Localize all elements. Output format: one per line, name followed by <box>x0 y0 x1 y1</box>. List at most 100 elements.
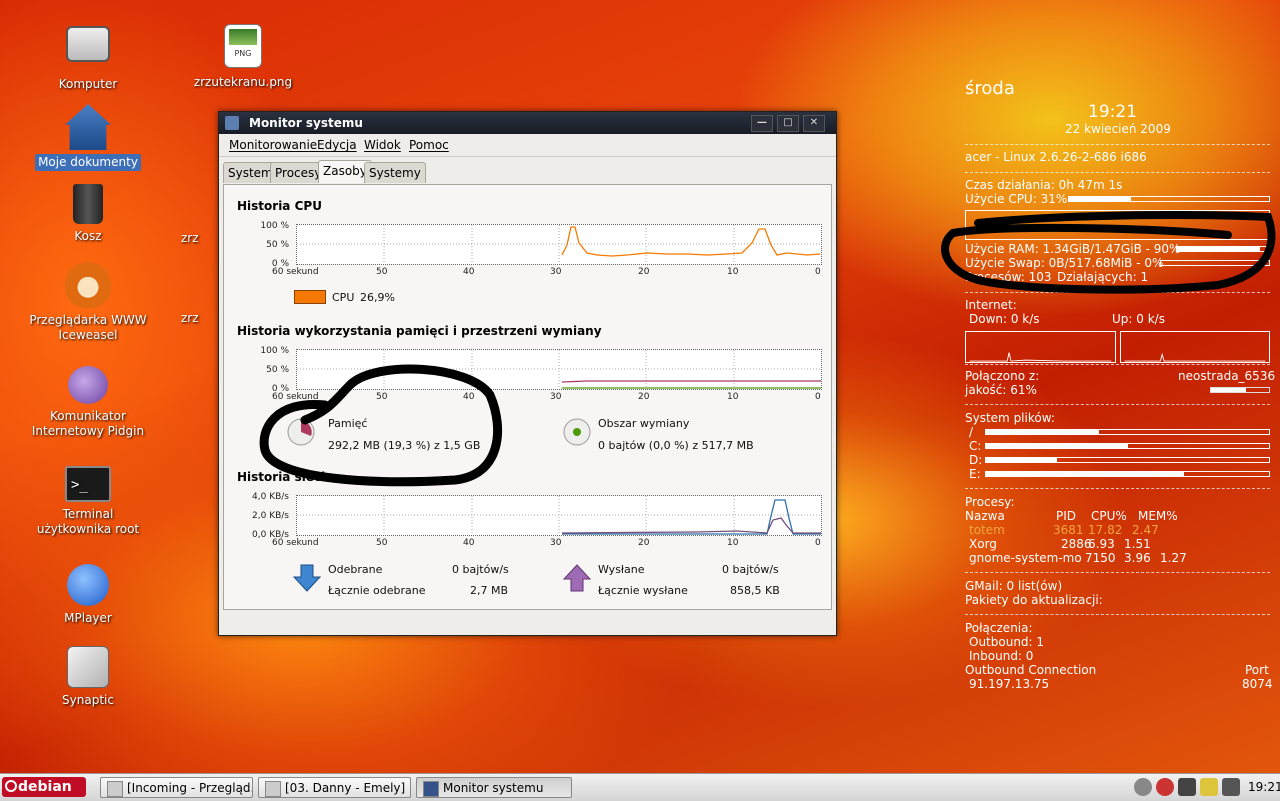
resources-panel: Historia CPU 100 % 50 % 0 % 60 sekund 50… <box>223 184 832 610</box>
minimize-button[interactable]: — <box>751 115 773 132</box>
divider <box>965 364 1270 365</box>
desktop-icon-label: Moje dokumenty <box>35 154 141 171</box>
desktop-icon-iceweasel[interactable]: Przeglądarka WWW Iceweasel <box>23 262 153 344</box>
desktop-icon-mplayer[interactable]: MPlayer <box>23 564 153 627</box>
taskbar-clock[interactable]: 19:21 <box>1248 780 1280 794</box>
conky-down: Down: 0 k/s <box>969 312 1040 326</box>
taskbar-button-mail[interactable]: [Incoming - Przegląd... <box>100 777 253 798</box>
received-label: Odebrane <box>328 563 383 576</box>
fs-name: D: <box>969 453 983 467</box>
total-sent-label: Łącznie wysłane <box>598 584 688 597</box>
memory-pie-icon[interactable] <box>286 417 316 447</box>
divider <box>965 292 1270 293</box>
ram-usage-bar <box>1176 246 1270 252</box>
terminal-icon: >_ <box>65 466 111 502</box>
taskbar-button-music[interactable]: [03. Danny - Emely] <box>258 777 411 798</box>
update-notifier-icon[interactable] <box>1156 778 1174 796</box>
cpu-legend-label: CPU <box>332 291 355 304</box>
received-value: 0 bajtów/s <box>452 563 509 576</box>
desktop-icon-partial[interactable]: zrz <box>178 310 218 327</box>
desktop-icon-partial[interactable]: zrz <box>178 230 218 247</box>
desktop-icon-synaptic[interactable]: Synaptic <box>23 646 153 709</box>
x-tick: 30 <box>550 538 562 548</box>
x-tick: 30 <box>550 392 562 402</box>
menu-edit[interactable]: Edycja <box>317 138 357 152</box>
taskbar-button-label: [Incoming - Przegląd... <box>127 781 253 795</box>
proc-row-cpu: 3.96 <box>1124 551 1151 565</box>
close-button[interactable]: ✕ <box>803 115 825 132</box>
proc-row-cpu: 17.82 <box>1088 523 1123 537</box>
proc-row-cpu: 6.93 <box>1088 537 1115 551</box>
desktop-icon-label: zrz <box>181 311 199 325</box>
debian-menu-button[interactable]: debian <box>2 777 86 797</box>
fs-bar <box>985 457 1270 463</box>
play-icon <box>67 564 109 606</box>
divider <box>965 144 1270 145</box>
sent-label: Wysłane <box>598 563 645 576</box>
download-arrow-icon[interactable] <box>292 563 322 593</box>
title-bar[interactable]: Monitor systemu — □ ✕ <box>219 112 836 134</box>
desktop-icon-screenshot-file[interactable]: PNG zrzutekranu.png <box>178 24 308 91</box>
conky-connection-port: 8074 <box>1242 677 1273 691</box>
cpu-color-swatch[interactable] <box>294 290 326 304</box>
menu-monitoring[interactable]: Monitorowanie <box>229 138 317 152</box>
ram-usage-fill <box>1177 247 1260 251</box>
notes-icon[interactable] <box>1200 778 1218 796</box>
cpu-usage-bar <box>1068 196 1270 202</box>
download-graph <box>965 331 1116 363</box>
conky-updates: Pakiety do aktualizacji: <box>965 593 1103 607</box>
desktop-icon-computer[interactable]: Komputer <box>23 26 153 93</box>
desktop-icon-label: Komputer <box>58 77 118 91</box>
desktop-icon-label: MPlayer <box>64 611 112 625</box>
cpu-usage-graph <box>965 210 1270 240</box>
desktop-icon-pidgin[interactable]: Komunikator Internetowy Pidgin <box>23 366 153 440</box>
desktop-icon-my-documents[interactable]: Moje dokumenty <box>23 104 153 171</box>
fs-fill <box>986 444 1128 448</box>
conky-quality: jakość: 61% <box>965 383 1037 397</box>
conky-connection-ip: 91.197.13.75 <box>969 677 1050 691</box>
proc-row-mem: 2.47 <box>1132 523 1159 537</box>
fs-name: E: <box>969 467 981 481</box>
conky-cpu-usage: Użycie CPU: 31% <box>965 192 1068 206</box>
desktop-icon-trash[interactable]: Kosz <box>23 184 153 245</box>
swap-label: Obszar wymiany <box>598 417 690 430</box>
fs-fill <box>986 430 1100 434</box>
y-tick: 50 % <box>266 365 289 375</box>
proc-row-pid: 7150 <box>1085 551 1116 565</box>
taskbar-button-system-monitor[interactable]: Monitor systemu <box>416 777 572 798</box>
menu-help[interactable]: Pomoc <box>409 138 449 152</box>
x-tick: 60 sekund <box>272 538 319 548</box>
conky-running: Działających: 1 <box>1057 270 1149 284</box>
tab-filesystems[interactable]: Systemy plików <box>364 162 426 200</box>
total-sent-value: 858,5 KB <box>730 584 780 597</box>
y-tick: 4,0 KB/s <box>252 492 289 502</box>
conky-time: 19:21 <box>1088 102 1137 122</box>
quality-fill <box>1211 388 1247 392</box>
upload-arrow-icon[interactable] <box>562 563 592 593</box>
fs-name: / <box>969 425 974 439</box>
conky-swap-usage: Użycie Swap: 0B/517.68MiB - 0% <box>965 256 1164 270</box>
system-monitor-icon <box>423 781 439 797</box>
menu-view[interactable]: Widok <box>364 138 401 152</box>
swap-pie-icon[interactable] <box>562 417 592 447</box>
settings-gear-icon[interactable] <box>1134 778 1152 796</box>
desktop-icon-root-terminal[interactable]: >_ Terminal użytkownika root <box>23 466 153 538</box>
divider <box>965 572 1270 573</box>
network-icon[interactable] <box>1178 778 1196 796</box>
proc-header: Nazwa <box>965 509 1005 523</box>
x-tick: 10 <box>727 392 739 402</box>
memory-value: 292,2 MB (19,3 %) z 1,5 GB <box>328 439 481 452</box>
taskbar: debian [Incoming - Przegląd... [03. Dann… <box>0 773 1280 801</box>
desktop-icon-label: Kosz <box>74 229 102 243</box>
received-series-line <box>562 499 821 535</box>
conky-connected-value: neostrada_6536 <box>1178 369 1276 383</box>
conky-connected-label: Połączono z: <box>965 369 1040 383</box>
volume-icon[interactable] <box>1222 778 1240 796</box>
x-tick: 30 <box>550 267 562 277</box>
x-tick: 50 <box>376 538 388 548</box>
proc-header: PID <box>1056 509 1077 523</box>
synaptic-icon <box>67 646 109 688</box>
maximize-button[interactable]: □ <box>777 115 799 132</box>
y-tick: 100 % <box>260 346 289 356</box>
memory-label: Pamięć <box>328 417 368 430</box>
